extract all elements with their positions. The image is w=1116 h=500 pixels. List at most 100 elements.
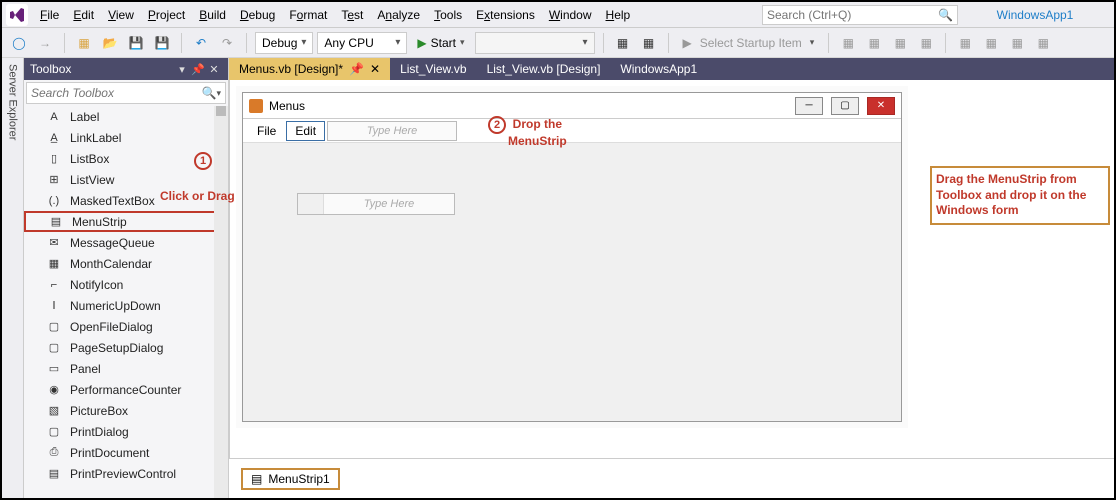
minimize-button[interactable]: ─	[795, 97, 823, 115]
toolbox-dropdown-icon[interactable]: ▾	[174, 63, 190, 76]
toolbox-scrollbar[interactable]	[214, 106, 228, 498]
global-search-input[interactable]	[767, 8, 938, 22]
tool-icon: ▤	[46, 466, 62, 482]
tool-icon: ▦	[46, 256, 62, 272]
menu-file[interactable]: File	[34, 4, 65, 26]
tool-label: PageSetupDialog	[70, 341, 163, 355]
tool-icon: ▢	[46, 424, 62, 440]
save-all-button[interactable]: 💾	[151, 32, 173, 54]
menu-test[interactable]: Test	[335, 4, 369, 26]
nav-back-button[interactable]: ◯	[8, 32, 30, 54]
toolbox-item-linklabel[interactable]: A̲LinkLabel	[24, 127, 228, 148]
tool-icon: ◉	[46, 382, 62, 398]
menu-project[interactable]: Project	[142, 4, 191, 26]
tool-icon: ⎙	[46, 445, 62, 461]
toolbox-search-input[interactable]	[31, 86, 202, 100]
tb-icon-2[interactable]: ▦	[638, 32, 660, 54]
toolbox-item-messagequeue[interactable]: ✉ MessageQueue	[24, 232, 228, 253]
layout-icon-7: ▦	[1006, 32, 1028, 54]
layout-icon-5: ▦	[954, 32, 976, 54]
tool-label: OpenFileDialog	[70, 320, 153, 334]
pin-icon[interactable]: 📌	[190, 63, 206, 76]
toolbox-item-monthcalendar[interactable]: ▦MonthCalendar	[24, 253, 228, 274]
tab-list-view-vb[interactable]: List_View.vb	[390, 58, 477, 80]
tab-list-view-vb--design-[interactable]: List_View.vb [Design]	[477, 58, 611, 80]
tool-label: ListView	[70, 173, 114, 187]
toolbox-item-performancecounter[interactable]: ◉PerformanceCounter	[24, 379, 228, 400]
tab-menus-vb--design--[interactable]: Menus.vb [Design]* 📌 ✕	[229, 58, 390, 80]
form-title: Menus	[269, 99, 787, 113]
config-dropdown[interactable]: Debug▾	[255, 32, 313, 54]
toolbox-item-menustrip[interactable]: ▤ MenuStrip	[24, 211, 228, 232]
menu-edit[interactable]: Edit	[67, 4, 100, 26]
toolbox-item-panel[interactable]: ▭Panel	[24, 358, 228, 379]
menu-tools[interactable]: Tools	[428, 4, 468, 26]
new-project-button[interactable]: ▦	[73, 32, 95, 54]
startup-item-dropdown[interactable]: ▶ Select Startup Item ▾	[677, 32, 821, 54]
menu-format[interactable]: Format	[283, 4, 333, 26]
close-button[interactable]: ✕	[867, 97, 895, 115]
tool-icon: ⌐	[46, 277, 62, 293]
toolbox-item-pagesetupdialog[interactable]: ▢ PageSetupDialog	[24, 337, 228, 358]
tool-label: PrintDialog	[70, 425, 129, 439]
tab-label: Menus.vb [Design]*	[239, 62, 343, 76]
start-label: Start	[431, 36, 456, 50]
toolbox-panel: Toolbox ▾ 📌 ✕ 🔍 ▾ ALabelA̲LinkLabel▯List…	[24, 58, 229, 498]
tab-windowsapp1[interactable]: WindowsApp1	[610, 58, 707, 80]
component-tray-item[interactable]: ▤ MenuStrip1	[241, 468, 340, 490]
tool-label: MessageQueue	[70, 236, 155, 250]
toolbox-item-notifyicon[interactable]: ⌐ NotifyIcon	[24, 274, 228, 295]
menu-extensions[interactable]: Extensions	[470, 4, 541, 26]
menu-view[interactable]: View	[102, 4, 140, 26]
tool-label: PictureBox	[70, 404, 128, 418]
platform-dropdown[interactable]: Any CPU▾	[317, 32, 407, 54]
menu-build[interactable]: Build	[193, 4, 232, 26]
toolbox-item-printdocument[interactable]: ⎙PrintDocument	[24, 442, 228, 463]
menu-debug[interactable]: Debug	[234, 4, 281, 26]
form-menu-file[interactable]: File	[249, 122, 284, 140]
start-button[interactable]: ▶ Start ▾	[411, 32, 470, 54]
target-dropdown[interactable]: ▾	[475, 32, 595, 54]
form-submenu[interactable]: Type Here	[297, 193, 455, 215]
toolbox-item-picturebox[interactable]: ▧PictureBox	[24, 400, 228, 421]
server-explorer-label: Server Explorer	[7, 64, 19, 140]
tool-label: MenuStrip	[72, 215, 127, 229]
menu-analyze[interactable]: Analyze	[371, 4, 426, 26]
menu-help[interactable]: Help	[600, 4, 637, 26]
close-icon[interactable]: ✕	[206, 63, 222, 76]
toolbox-item-printdialog[interactable]: ▢ PrintDialog	[24, 421, 228, 442]
open-button[interactable]: 📂	[99, 32, 121, 54]
form-menu-edit[interactable]: Edit	[286, 121, 325, 141]
global-search[interactable]: 🔍	[762, 5, 958, 25]
search-icon: 🔍	[202, 86, 217, 100]
close-icon[interactable]: ✕	[370, 62, 380, 76]
menustrip-icon: ▤	[251, 472, 262, 486]
form-icon	[249, 99, 263, 113]
maximize-button[interactable]: ▢	[831, 97, 859, 115]
chevron-down-icon[interactable]: ▾	[216, 88, 221, 99]
type-here-horizontal[interactable]: Type Here	[327, 121, 457, 141]
tool-label: Panel	[70, 362, 101, 376]
tool-icon: ▤	[48, 214, 64, 230]
menu-window[interactable]: Window	[543, 4, 598, 26]
undo-button[interactable]: ↶	[190, 32, 212, 54]
form-designer[interactable]: Menus ─ ▢ ✕ File Edit Type Here Type Her…	[242, 92, 902, 422]
toolbox-item-listview[interactable]: ⊞ListView	[24, 169, 228, 190]
toolbox-item-numericupdown[interactable]: ⅠNumericUpDown	[24, 295, 228, 316]
save-button[interactable]: 💾	[125, 32, 147, 54]
play-icon: ▶	[417, 36, 426, 50]
tool-label: NotifyIcon	[70, 278, 123, 292]
pin-icon[interactable]: 📌	[349, 62, 364, 76]
layout-icon-8: ▦	[1032, 32, 1054, 54]
server-explorer-tab[interactable]: Server Explorer	[2, 58, 24, 498]
tool-icon: ▢	[46, 340, 62, 356]
toolbox-item-printpreviewcontrol[interactable]: ▤PrintPreviewControl	[24, 463, 228, 484]
toolbox-item-openfiledialog[interactable]: ▢OpenFileDialog	[24, 316, 228, 337]
toolbox-search[interactable]: 🔍 ▾	[26, 82, 226, 104]
tool-icon: ✉	[46, 235, 62, 251]
type-here-vertical[interactable]: Type Here	[324, 198, 454, 210]
tb-icon-1[interactable]: ▦	[612, 32, 634, 54]
layout-icon-3: ▦	[889, 32, 911, 54]
layout-icon-6: ▦	[980, 32, 1002, 54]
toolbox-item-label[interactable]: ALabel	[24, 106, 228, 127]
